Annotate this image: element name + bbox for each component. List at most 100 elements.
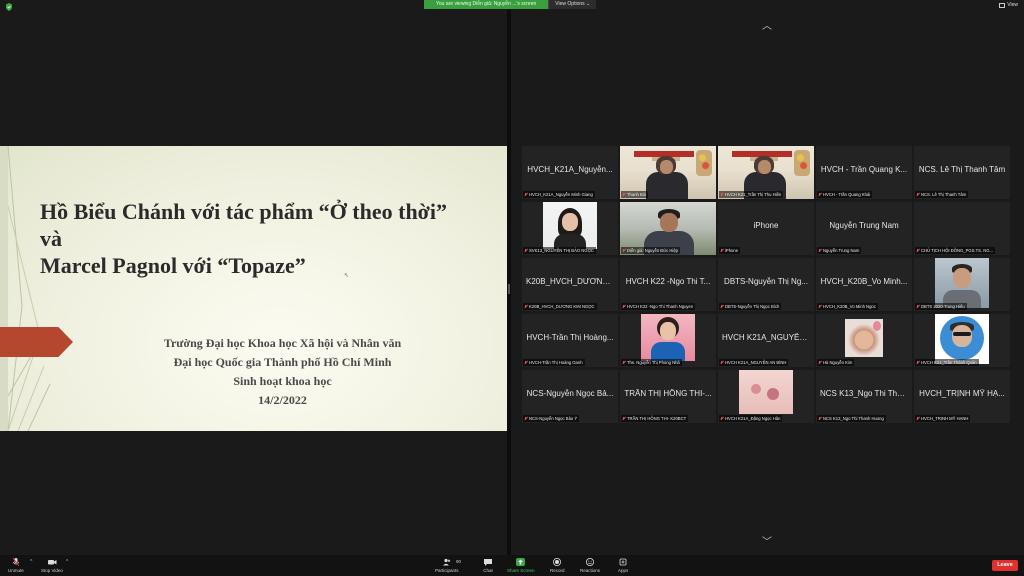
divider-grip-icon[interactable]	[508, 284, 510, 294]
muted-mic-icon	[916, 416, 919, 420]
participant-display-name: NCS-Nguyễn Ngọc Bả...	[526, 389, 614, 398]
participant-tile[interactable]: HVCH_K21A_Nguyễn... HVCH_K21A_Nguyễn Minh…	[522, 146, 618, 199]
share-screen-button[interactable]: Share Screen	[507, 557, 535, 573]
gallery-page-up-chevron-icon[interactable]: ︿	[759, 22, 775, 32]
muted-mic-icon	[818, 360, 821, 364]
participant-tile[interactable]: DBTS-Nguyễn Thị Ng... DBTS-Nguyễn Thị Ngọ…	[718, 258, 814, 311]
participant-name-label: CHỦ TỊCH HỘI ĐỒNG_PGS.TS. NG...	[915, 247, 996, 254]
participant-label-text: HVCH_K20B_Vo Minh Ngoc	[823, 304, 876, 309]
participant-label-text: HVCH - Trần Quang Khải	[823, 192, 871, 197]
slide-title-line-3: Marcel Pagnol với “Topaze”	[40, 253, 306, 278]
participant-label-text: HVCH K21_Trần Thành Quân	[921, 360, 977, 365]
participant-label-text: Ths. Nguyễn Thị Phong Nhã	[627, 360, 680, 365]
participant-tile[interactable]: DBTS 2020-Trung Hiếu	[914, 258, 1010, 311]
participant-name-label: HVCH K22 -Ngo Thi Thanh Nguyen	[621, 303, 696, 310]
participants-button[interactable]: Participants	[435, 557, 459, 573]
leave-button[interactable]: Leave	[992, 560, 1018, 571]
slide-title-line-1: Hồ Biểu Chánh với tác phẩm “Ở theo thời”	[40, 199, 447, 224]
muted-mic-icon	[720, 248, 723, 252]
participant-tile[interactable]: HVCH K21A_NGUYỄN... HVCH K21A_NGUYỄN AN B…	[718, 314, 814, 367]
participant-name-label: TRẦN THỊ HỒNG THI- K20BCT	[621, 415, 689, 422]
participant-tile[interactable]: CHỦ TỊCH HỘI ĐỒNG_PGS.TS. NG...	[914, 202, 1010, 255]
participant-tile[interactable]: NCS. Lê Thị Thanh Tâm NCS. Lê Thị Thanh T…	[914, 146, 1010, 199]
participant-name-label: HVCH - Trần Quang Khải	[817, 191, 873, 198]
stop-video-button[interactable]: Stop Video	[41, 557, 63, 573]
slide-event: Sinh hoạt khoa học	[233, 374, 332, 388]
participant-tile[interactable]: HVCH K22 -Ngo Thi T... HVCH K22 -Ngo Thi …	[620, 258, 716, 311]
participant-label-text: Nguyễn Trung Nam	[823, 248, 860, 253]
participant-name-label: HVCH K21A_NGUYỄN AN BÌNH	[719, 359, 789, 366]
profile-photo	[543, 202, 597, 249]
participant-tile[interactable]: Diễn giả: Nguyễn Đức Hiệp	[620, 202, 716, 255]
participant-tile[interactable]: TRẦN THỊ HỒNG THI-... TRẦN THỊ HỒNG THI- …	[620, 370, 716, 423]
reactions-button[interactable]: Reactions	[580, 557, 600, 573]
participant-tile[interactable]: NCS K13_Ngo Thi Tha... NCS K13_Ngo Thi Th…	[816, 370, 912, 423]
participant-display-name: iPhone	[753, 221, 779, 230]
participant-name-label: Diễn giả: Nguyễn Đức Hiệp	[621, 247, 680, 254]
unmute-button[interactable]: Unmute	[8, 557, 24, 573]
shared-screen-slide[interactable]: Hồ Biểu Chánh với tác phẩm “Ở theo thời”…	[0, 146, 507, 431]
muted-mic-icon	[622, 360, 625, 364]
participant-tile[interactable]: HVCH K21A_Đặng Ngọc Hân	[718, 370, 814, 423]
participant-display-name: HVCH_K20B_Vo Minh...	[820, 277, 908, 286]
participant-name-label: HVCH K21_Trần Thành Quân	[915, 359, 979, 366]
participant-tile[interactable]: HVCH-Trần Thị Hoàng... HVCH-Trần Thị Hoàn…	[522, 314, 618, 367]
participant-tile[interactable]: Nguyễn Trung Nam Nguyễn Trung Nam	[816, 202, 912, 255]
security-shield-icon[interactable]	[5, 3, 13, 11]
mouse-cursor-icon: ↖	[344, 273, 350, 279]
muted-mic-icon	[818, 192, 821, 196]
audio-options-caret-icon[interactable]: ^	[30, 559, 32, 565]
muted-mic-icon	[720, 416, 723, 420]
participant-display-name: HVCH K22 -Ngo Thi T...	[625, 277, 711, 286]
participant-name-label: HVCH_K21A_Nguyễn Minh Giang	[523, 191, 595, 198]
chat-button[interactable]: Chat	[483, 557, 493, 573]
muted-mic-icon	[524, 416, 527, 420]
meeting-toolbar: Unmute ^ Stop Video ^ Participants 90 Ch…	[0, 555, 1024, 576]
participant-name-label: DBTS 2020-Trung Hiếu	[915, 303, 967, 310]
participant-name-label: NCS. Lê Thị Thanh Tâm	[915, 191, 969, 198]
slide-date: 14/2/2022	[258, 393, 307, 407]
participants-count: 90	[456, 559, 462, 564]
participant-name-label: HVCH-Trần Thị Hoàng Oanh	[523, 359, 585, 366]
participant-tile[interactable]: HVCH_K20B_Vo Minh... HVCH_K20B_Vo Minh Ng…	[816, 258, 912, 311]
view-button[interactable]: View	[999, 2, 1018, 8]
participant-label-text: DBTS 2020-Trung Hiếu	[921, 304, 965, 309]
participant-tile[interactable]: HVCH - Trần Quang K... HVCH - Trần Quang …	[816, 146, 912, 199]
participant-tile[interactable]: NCS-Nguyễn Ngọc Bả... NCS-Nguyễn Ngọc Bảo…	[522, 370, 618, 423]
participant-label-text: Diễn giả: Nguyễn Đức Hiệp	[627, 248, 678, 253]
participant-tile[interactable]: K20B_HVCH_DƯƠNG... K20B_HVCH_DƯƠNG KIM NG…	[522, 258, 618, 311]
record-button[interactable]: Record	[550, 557, 565, 573]
participant-name-label: HVCH K21A_Đặng Ngọc Hân	[719, 415, 783, 422]
participant-tile[interactable]: SVK13_NGUYỄN THỊ BẢO NGỌC	[522, 202, 618, 255]
participant-display-name: DBTS-Nguyễn Thị Ng...	[724, 277, 808, 286]
participant-display-name: HVCH K21A_NGUYỄN...	[722, 333, 810, 342]
apps-label: Apps	[618, 568, 629, 573]
view-options-button[interactable]: View Options ⌄	[548, 0, 597, 9]
video-options-caret-icon[interactable]: ^	[66, 559, 68, 565]
view-label: View	[1007, 2, 1018, 8]
participant-tile[interactable]: Thanh Bùi	[620, 146, 716, 199]
split-view-divider[interactable]	[507, 9, 511, 555]
gallery-page-down-chevron-icon[interactable]: ﹀	[759, 538, 775, 548]
participant-display-name: HVCH-Trần Thị Hoàng...	[526, 333, 614, 342]
participant-tile[interactable]: Hà Nguyễn Kim	[816, 314, 912, 367]
slide-subtitle: Trường Đại học Khoa học Xã hội và Nhân v…	[150, 334, 415, 410]
participant-tile[interactable]: HVCH_TRỊNH MỸ HẠ... HVCH_TRỊNH MỸ HẠNH	[914, 370, 1010, 423]
participant-tile[interactable]: HVCH K21_Trần Thành Quân	[914, 314, 1010, 367]
participant-name-label: NCS K13_Ngo Thi Thanh Huong	[817, 415, 886, 422]
share-screen-arrow-icon	[516, 558, 526, 566]
participant-tile[interactable]: HVCH K21_Trần Thị Thu Hiền	[718, 146, 814, 199]
slide-decorative-lines	[7, 146, 51, 431]
participant-tile[interactable]: iPhone iPhone	[718, 202, 814, 255]
participant-display-name: NCS. Lê Thị Thanh Tâm	[918, 165, 1006, 174]
profile-photo	[845, 319, 883, 357]
participant-tile[interactable]: Ths. Nguyễn Thị Phong Nhã	[620, 314, 716, 367]
participant-gallery: HVCH_K21A_Nguyễn... HVCH_K21A_Nguyễn Minh…	[522, 146, 1013, 423]
apps-button[interactable]: Apps	[618, 557, 628, 573]
muted-mic-icon	[622, 416, 625, 420]
participant-label-text: HVCH_TRỊNH MỸ HẠNH	[921, 416, 969, 421]
participant-name-label: iPhone	[719, 247, 741, 254]
slide-university: Trường Đại học Khoa học Xã hội và Nhân v…	[163, 336, 402, 350]
muted-mic-icon	[720, 360, 723, 364]
profile-photo	[739, 370, 793, 414]
